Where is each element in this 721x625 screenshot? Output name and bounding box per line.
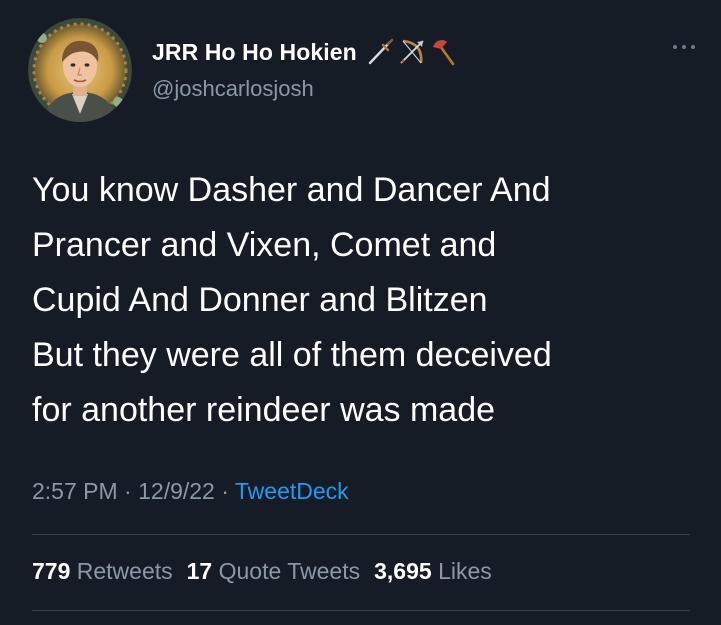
quote-tweets-label: Quote Tweets <box>218 558 361 584</box>
retweets-count: 779 <box>32 558 71 584</box>
tweet-time[interactable]: 2:57 PM <box>32 478 118 504</box>
bow-and-arrow-icon <box>397 37 427 67</box>
display-name-row: JRR Ho Ho Hokien <box>152 36 459 68</box>
more-options-icon[interactable] <box>670 40 698 52</box>
likes-stat[interactable]: 3,695 Likes <box>374 558 492 585</box>
retweets-label: Retweets <box>76 558 173 584</box>
tweet-date[interactable]: 12/9/22 <box>138 478 215 504</box>
axe-icon <box>429 37 459 67</box>
likes-count: 3,695 <box>374 558 432 584</box>
tweet-source-link[interactable]: TweetDeck <box>235 478 349 504</box>
divider <box>32 610 690 611</box>
tweet-card: JRR Ho Ho Hokien @joshcarlosjosh You kno… <box>0 0 721 625</box>
retweets-stat[interactable]: 779 Retweets <box>32 558 173 585</box>
dagger-icon <box>365 37 395 67</box>
avatar[interactable] <box>28 18 132 122</box>
avatar-image <box>28 18 132 122</box>
tweet-stats: 779 Retweets 17 Quote Tweets 3,695 Likes <box>32 558 492 585</box>
tweet-header: JRR Ho Ho Hokien @joshcarlosjosh <box>28 18 698 128</box>
meta-separator: · <box>214 478 235 504</box>
quote-tweets-count: 17 <box>186 558 213 584</box>
quote-tweets-stat[interactable]: 17 Quote Tweets <box>187 558 360 585</box>
user-handle[interactable]: @joshcarlosjosh <box>152 76 314 102</box>
divider <box>32 534 690 535</box>
tweet-text-line: for another reindeer was made <box>32 391 496 429</box>
meta-separator: · <box>117 478 139 504</box>
name-emojis <box>365 37 459 67</box>
tweet-text-line: But they were all of them deceived <box>32 336 552 374</box>
tweet-text-line: Prancer and Vixen, Comet and <box>32 226 497 264</box>
tweet-metadata: 2:57 PM · 12/9/22 · TweetDeck <box>32 478 349 505</box>
tweet-text: You know Dasher and Dancer And Prancer a… <box>32 163 692 438</box>
likes-label: Likes <box>438 558 492 584</box>
tweet-text-line: You know Dasher and Dancer And <box>32 171 551 209</box>
display-name[interactable]: JRR Ho Ho Hokien <box>152 39 357 66</box>
tweet-text-line: Cupid And Donner and Blitzen <box>32 281 488 319</box>
